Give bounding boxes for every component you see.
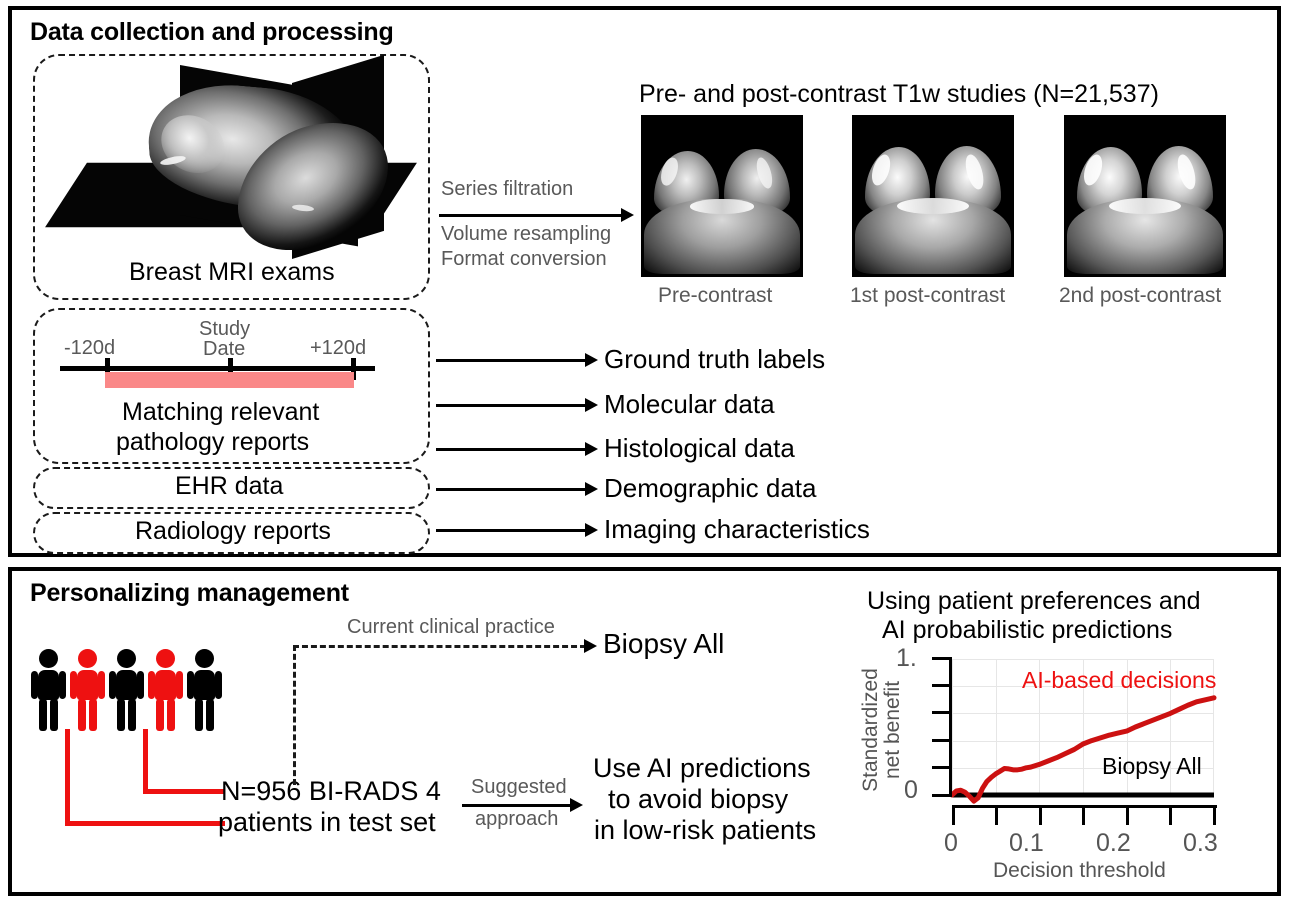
output-label-imaging-characteristics: Imaging characteristics [604,514,870,544]
current-practice-outcome: Biopsy All [603,628,725,659]
chart-x-tick-1 [995,805,998,825]
mri-thumb-label-2: 2nd post-contrast [1059,284,1222,307]
chart-x-tick-label-2: 0.1 [1009,829,1044,857]
chart-title-line2: AI probabilistic predictions [882,616,1173,644]
timeline-label-center-2: Date [203,338,246,360]
person-icon-1 [69,649,105,731]
chart-x-tick-2 [1039,805,1042,825]
output-arrow-line-3 [436,488,588,491]
chart-x-tick-0 [952,805,955,825]
chart-y-tick-3 [932,711,952,714]
timeline-window-bar [105,372,354,388]
cohort-callout-line2: patients in test set [218,807,436,837]
chart-x-tick-4 [1126,805,1129,825]
cohort-callout-line1: N=956 BI-RADS 4 [221,776,441,806]
pathology-box-label-1: Matching relevant [122,398,320,426]
step-volume-resampling: Volume resampling [441,223,612,245]
processing-arrow-head [621,208,634,222]
person-icon-0 [30,649,66,731]
chart-y-tick-2 [932,739,952,742]
chart-x-tick-6 [1213,805,1216,825]
chart-x-tick-label-4: 0.2 [1096,829,1131,857]
mri-3d-volume-icon [45,54,417,265]
chart-x-tick-3 [1082,805,1085,825]
timeline-label-left: -120d [64,337,116,359]
output-arrow-line-0 [436,359,588,362]
current-practice-arrow-label: Current clinical practice [347,616,555,638]
chart-x-tick-label-6: 0.3 [1183,829,1218,857]
step-format-conversion: Format conversion [441,248,607,270]
output-arrow-line-1 [436,404,588,407]
chart-y-axis-title-line1: Standardized [859,668,882,792]
figure-root: Data collection and processing Breast MR… [0,0,1289,902]
chart-y-axis-line [949,657,952,797]
chart-annotation-ai-based-decisions: AI-based decisions [1022,667,1217,693]
cohort-connector-vertical-1 [143,729,148,793]
output-arrow-head-2 [585,442,598,456]
output-label-ground-truth-labels: Ground truth labels [604,344,826,374]
processing-arrow-line [439,214,624,217]
output-label-demographic-data: Demographic data [604,473,817,503]
chart-y-tick-0 [932,794,952,797]
output-arrow-head-4 [585,523,598,537]
ehr-data-label: EHR data [175,472,284,500]
mri-thumb-second-post-contrast [1064,115,1226,277]
cohort-connector-horizontal-1 [143,789,225,794]
mri-thumb-label-0: Pre-contrast [658,284,773,307]
chart-y-tick-1 [932,766,952,769]
chart-x-tick-5 [1169,805,1172,825]
timeline-label-right: +120d [310,337,367,359]
suggested-arrow-head [570,798,583,812]
cohort-connector-vertical-0 [65,729,70,825]
chart-x-tick-label-0: 0 [944,829,958,857]
panel-personalizing-management: Personalizing management N=956 BI-RADS 4… [8,567,1281,896]
suggested-arrow-line [462,804,573,807]
chart-x-axis-title: Decision threshold [993,859,1166,882]
chart-annotation-biopsy-all: Biopsy All [1102,753,1202,779]
output-arrow-head-0 [585,353,598,367]
patient-cohort-figures [30,649,230,731]
pathology-box-label-2: pathology reports [116,428,310,456]
person-icon-2 [108,649,144,731]
current-practice-dashed-vertical [293,645,296,785]
mri-thumb-pre-contrast [641,115,803,277]
chart-y-axis-title: Standardized net benefit [859,655,904,805]
output-arrow-head-3 [585,482,598,496]
suggested-outcome-line2: to avoid biopsy [608,784,789,814]
suggested-arrow-label-1: Suggested [471,776,567,798]
suggested-outcome-line3: in low-risk patients [594,815,817,845]
panel-data-collection: Data collection and processing Breast MR… [8,6,1281,557]
chart-y-axis-title-line2: net benefit [880,680,904,780]
output-arrow-line-4 [436,529,588,532]
current-practice-arrow-head [584,639,597,653]
chart-y-tick-4 [932,684,952,687]
chart-y-tick-label-1: 1. [896,644,917,672]
studies-heading: Pre- and post-contrast T1w studies (N=21… [639,80,1159,108]
suggested-arrow-label-2: approach [475,808,559,830]
step-series-filtration: Series filtration [441,178,574,200]
chart-title-line1: Using patient preferences and [867,587,1201,615]
breast-mri-exams-label: Breast MRI exams [129,258,335,286]
panel-title-top: Data collection and processing [30,18,394,46]
radiology-reports-label: Radiology reports [135,517,331,545]
person-icon-3 [147,649,183,731]
output-arrow-head-1 [585,398,598,412]
decision-curve-chart: Using patient preferences and AI probabi… [844,583,1274,883]
mri-thumb-label-1: 1st post-contrast [850,284,1006,307]
panel-title-bottom: Personalizing management [30,579,349,607]
person-icon-4 [186,649,222,731]
suggested-outcome-line1: Use AI predictions [593,753,811,783]
output-arrow-line-2 [436,448,588,451]
chart-y-tick-label-0: 0 [904,776,918,804]
chart-y-tick-5 [932,657,952,660]
cohort-connector-horizontal-0 [65,821,225,826]
output-label-molecular-data: Molecular data [604,389,775,419]
output-label-histological-data: Histological data [604,433,795,463]
mri-thumb-first-post-contrast [852,115,1014,277]
current-practice-dashed-horizontal [293,645,586,648]
chart-series-ai-based-decisions [949,695,1217,804]
